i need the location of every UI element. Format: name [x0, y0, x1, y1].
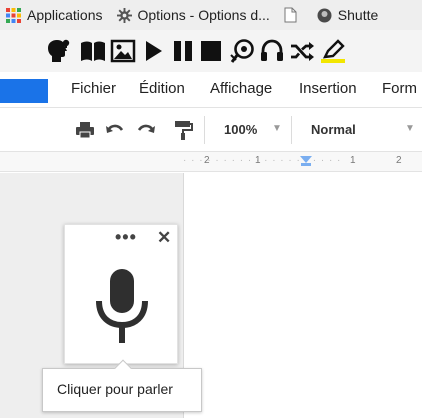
menu-insertion[interactable]: Insertion — [299, 80, 357, 97]
head-idea-icon[interactable] — [46, 38, 72, 64]
zoom-caret-icon[interactable]: ▼ — [272, 123, 282, 134]
menu-affichage[interactable]: Affichage — [210, 80, 272, 97]
extension-toolbar — [0, 30, 422, 72]
click-to-speak-tooltip: Cliquer pour parler — [42, 359, 202, 412]
toolbar-divider — [291, 116, 292, 144]
stop-icon[interactable] — [198, 38, 224, 64]
gear-icon — [116, 7, 132, 23]
ruler: · · · · · · · · · · · · · · · · · · · · … — [0, 152, 422, 172]
bookmark-label: Applications — [27, 7, 103, 23]
redo-icon[interactable] — [135, 119, 157, 141]
voice-typing-panel: ••• ✕ — [64, 224, 178, 364]
bookmark-options[interactable]: Options - Options d... — [116, 7, 270, 23]
shuffle-icon[interactable] — [289, 38, 315, 64]
blank-page-icon — [284, 7, 297, 23]
format-toolbar: 100% ▼ Normal ▼ — [0, 108, 422, 152]
toolbar-divider — [204, 116, 205, 144]
highlighter-icon[interactable] — [320, 38, 350, 64]
undo-icon[interactable] — [104, 119, 126, 141]
paragraph-style-select[interactable]: Normal — [311, 122, 356, 137]
docs-menu-bar: Fichier Édition Affichage Insertion Form — [0, 72, 422, 108]
microphone-icon[interactable] — [94, 267, 150, 347]
apps-grid-icon — [6, 7, 21, 23]
headphones-icon[interactable] — [259, 38, 285, 64]
zoom-select[interactable]: 100% — [224, 122, 257, 137]
bookmarks-bar: Applications Options - Options d... Shut… — [0, 0, 422, 30]
menu-fichier[interactable]: Fichier — [71, 80, 116, 97]
play-icon[interactable] — [140, 38, 166, 64]
ruler-label: 1 — [350, 155, 356, 166]
indent-marker-icon[interactable] — [299, 155, 313, 167]
print-icon[interactable] — [74, 119, 96, 141]
document-page[interactable] — [183, 173, 422, 418]
bookmark-label: Options - Options d... — [137, 7, 270, 23]
ruler-label: 1 — [255, 155, 261, 166]
bookmark-label: Shutte — [337, 7, 379, 23]
voice-settings-icon[interactable] — [229, 38, 255, 64]
style-caret-icon[interactable]: ▼ — [405, 123, 415, 134]
tooltip-text: Cliquer pour parler — [57, 381, 173, 397]
bookmark-applications[interactable]: Applications — [6, 7, 103, 23]
ruler-label: 2 — [204, 155, 210, 166]
bookmark-shutterstock[interactable]: Shutte — [317, 7, 378, 23]
ruler-label: 2 — [396, 155, 402, 166]
paint-format-icon[interactable] — [172, 119, 194, 141]
menu-format[interactable]: Form — [382, 80, 417, 97]
shutterstock-icon — [317, 8, 332, 22]
more-options-button[interactable]: ••• — [115, 227, 137, 248]
image-icon[interactable] — [110, 38, 136, 64]
bookmark-blank[interactable] — [284, 7, 303, 23]
book-icon[interactable] — [80, 38, 106, 64]
close-button[interactable]: ✕ — [157, 228, 171, 248]
docs-logo-tab[interactable] — [0, 79, 48, 103]
pause-icon[interactable] — [170, 38, 196, 64]
menu-edition[interactable]: Édition — [139, 80, 185, 97]
